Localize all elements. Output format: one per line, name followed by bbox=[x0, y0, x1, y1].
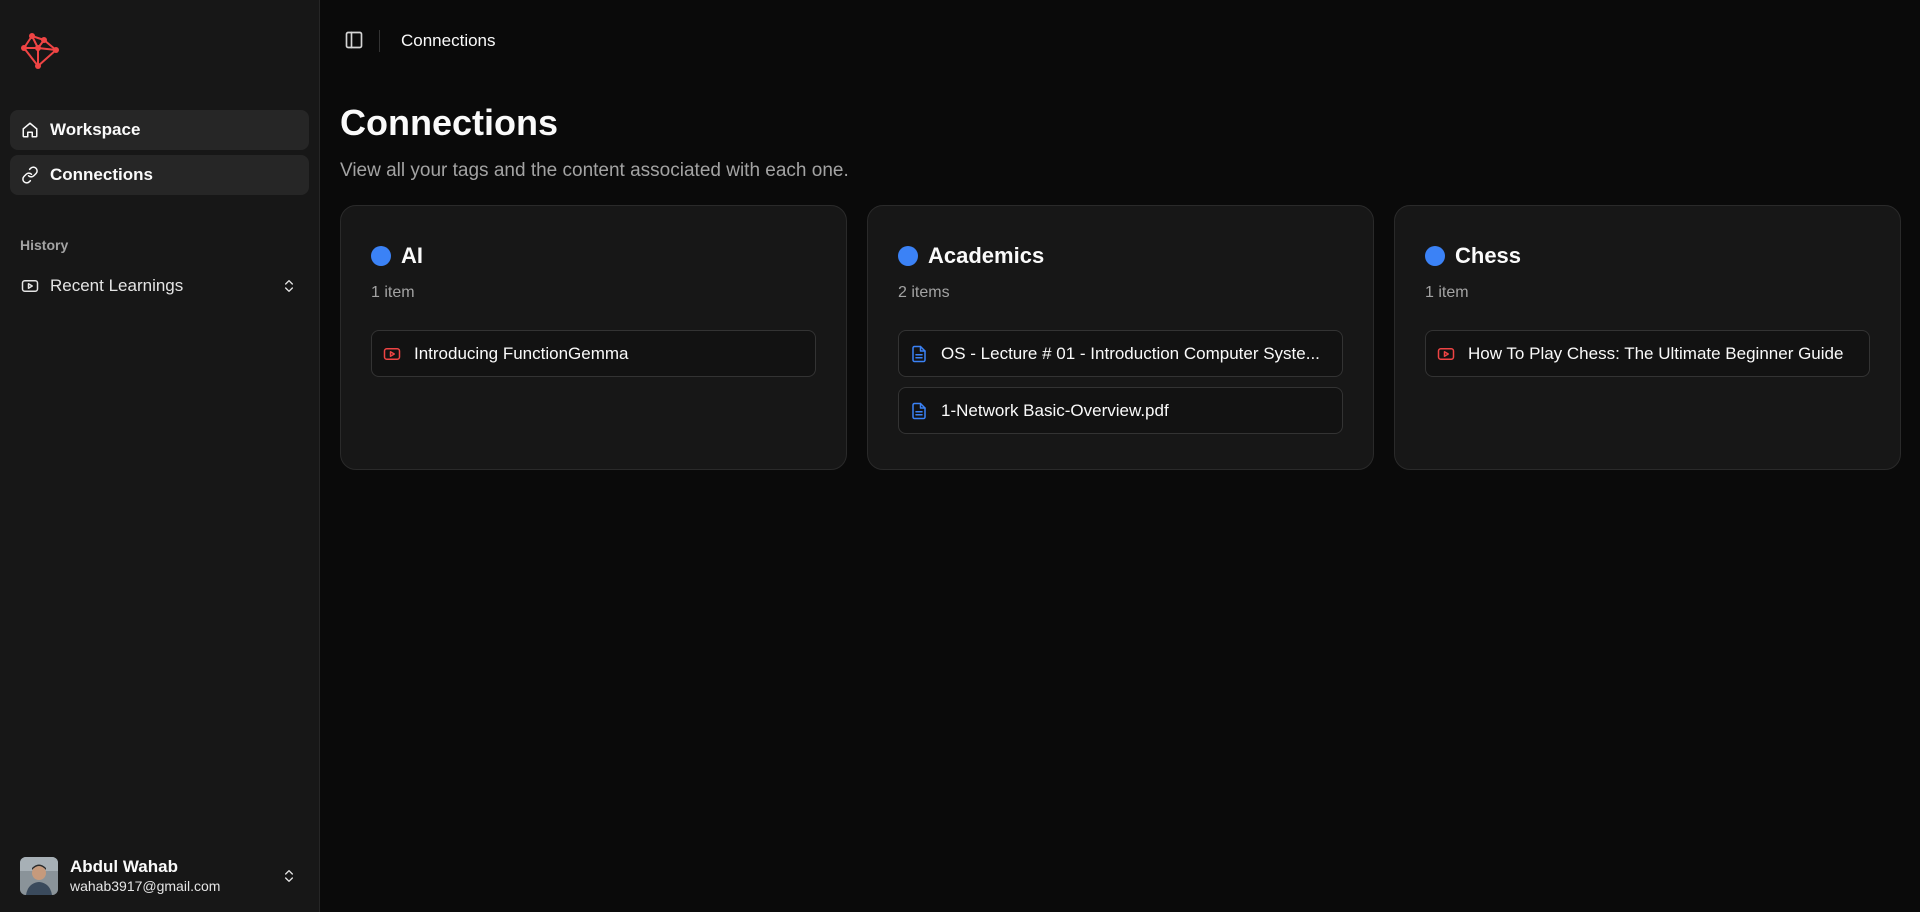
sidebar-item-connections[interactable]: Connections bbox=[10, 155, 309, 195]
sidebar-toggle-icon[interactable] bbox=[342, 28, 366, 52]
tag-color-dot bbox=[898, 246, 918, 266]
list-item-label: Introducing FunctionGemma bbox=[414, 343, 629, 363]
chevrons-up-down-icon[interactable] bbox=[279, 866, 299, 886]
chevrons-up-down-icon[interactable] bbox=[279, 276, 299, 296]
tag-card-academics: Academics 2 items OS - Lecture # 01 - In… bbox=[867, 205, 1374, 470]
list-item[interactable]: How To Play Chess: The Ultimate Beginner… bbox=[1425, 330, 1870, 377]
tag-color-dot bbox=[1425, 246, 1445, 266]
tag-item-list: Introducing FunctionGemma bbox=[371, 330, 816, 377]
history-item-recent-learnings[interactable]: Recent Learnings bbox=[10, 268, 309, 304]
history-item-label: Recent Learnings bbox=[50, 276, 184, 295]
tag-card-ai: AI 1 item Introducing FunctionGemma bbox=[340, 205, 847, 470]
user-info: Abdul Wahab wahab3917@gmail.com bbox=[70, 857, 279, 895]
tag-color-dot bbox=[371, 246, 391, 266]
top-bar: Connections bbox=[320, 0, 1920, 82]
tag-item-count: 2 items bbox=[898, 284, 950, 301]
avatar bbox=[20, 857, 58, 895]
tag-item-count: 1 item bbox=[1425, 284, 1469, 301]
page-subtitle: View all your tags and the content assoc… bbox=[340, 160, 849, 181]
page-title: Connections bbox=[340, 102, 559, 143]
user-name: Abdul Wahab bbox=[70, 857, 178, 876]
sidebar-nav: Workspace Connections bbox=[10, 110, 309, 200]
document-icon bbox=[909, 401, 929, 421]
tag-item-list: OS - Lecture # 01 - Introduction Compute… bbox=[898, 330, 1343, 434]
user-profile[interactable]: Abdul Wahab wahab3917@gmail.com bbox=[10, 850, 309, 902]
list-item-label: 1-Network Basic-Overview.pdf bbox=[941, 400, 1169, 420]
tag-cards: AI 1 item Introducing FunctionGemma Acad… bbox=[340, 205, 1901, 470]
list-item[interactable]: OS - Lecture # 01 - Introduction Compute… bbox=[898, 330, 1343, 377]
tag-header: AI bbox=[371, 242, 816, 270]
sidebar: Workspace Connections History Recent Lea… bbox=[0, 0, 320, 912]
history-section-label: History bbox=[20, 237, 69, 253]
list-item-label: OS - Lecture # 01 - Introduction Compute… bbox=[941, 343, 1320, 363]
video-icon bbox=[20, 276, 40, 296]
link-icon bbox=[20, 165, 40, 185]
tag-header: Academics bbox=[898, 242, 1343, 270]
tag-title: Academics bbox=[928, 243, 1045, 268]
app-logo-icon[interactable] bbox=[18, 28, 62, 72]
tag-card-chess: Chess 1 item How To Play Chess: The Ulti… bbox=[1394, 205, 1901, 470]
document-icon bbox=[909, 344, 929, 364]
topbar-divider bbox=[379, 30, 380, 52]
app-root: Workspace Connections History Recent Lea… bbox=[0, 0, 1920, 912]
tag-title: Chess bbox=[1455, 243, 1522, 268]
sidebar-item-label: Connections bbox=[50, 165, 153, 184]
list-item[interactable]: 1-Network Basic-Overview.pdf bbox=[898, 387, 1343, 434]
main-content: Connections Connections View all your ta… bbox=[320, 0, 1920, 912]
sidebar-item-label: Workspace bbox=[50, 120, 141, 139]
tag-header: Chess bbox=[1425, 242, 1870, 270]
user-email: wahab3917@gmail.com bbox=[70, 878, 221, 894]
breadcrumb: Connections bbox=[401, 31, 496, 50]
list-item[interactable]: Introducing FunctionGemma bbox=[371, 330, 816, 377]
home-icon bbox=[20, 120, 40, 140]
sidebar-item-workspace[interactable]: Workspace bbox=[10, 110, 309, 150]
youtube-icon bbox=[1436, 344, 1456, 364]
tag-title: AI bbox=[401, 243, 423, 268]
tag-item-list: How To Play Chess: The Ultimate Beginner… bbox=[1425, 330, 1870, 377]
list-item-label: How To Play Chess: The Ultimate Beginner… bbox=[1468, 343, 1844, 363]
tag-item-count: 1 item bbox=[371, 284, 415, 301]
youtube-icon bbox=[382, 344, 402, 364]
